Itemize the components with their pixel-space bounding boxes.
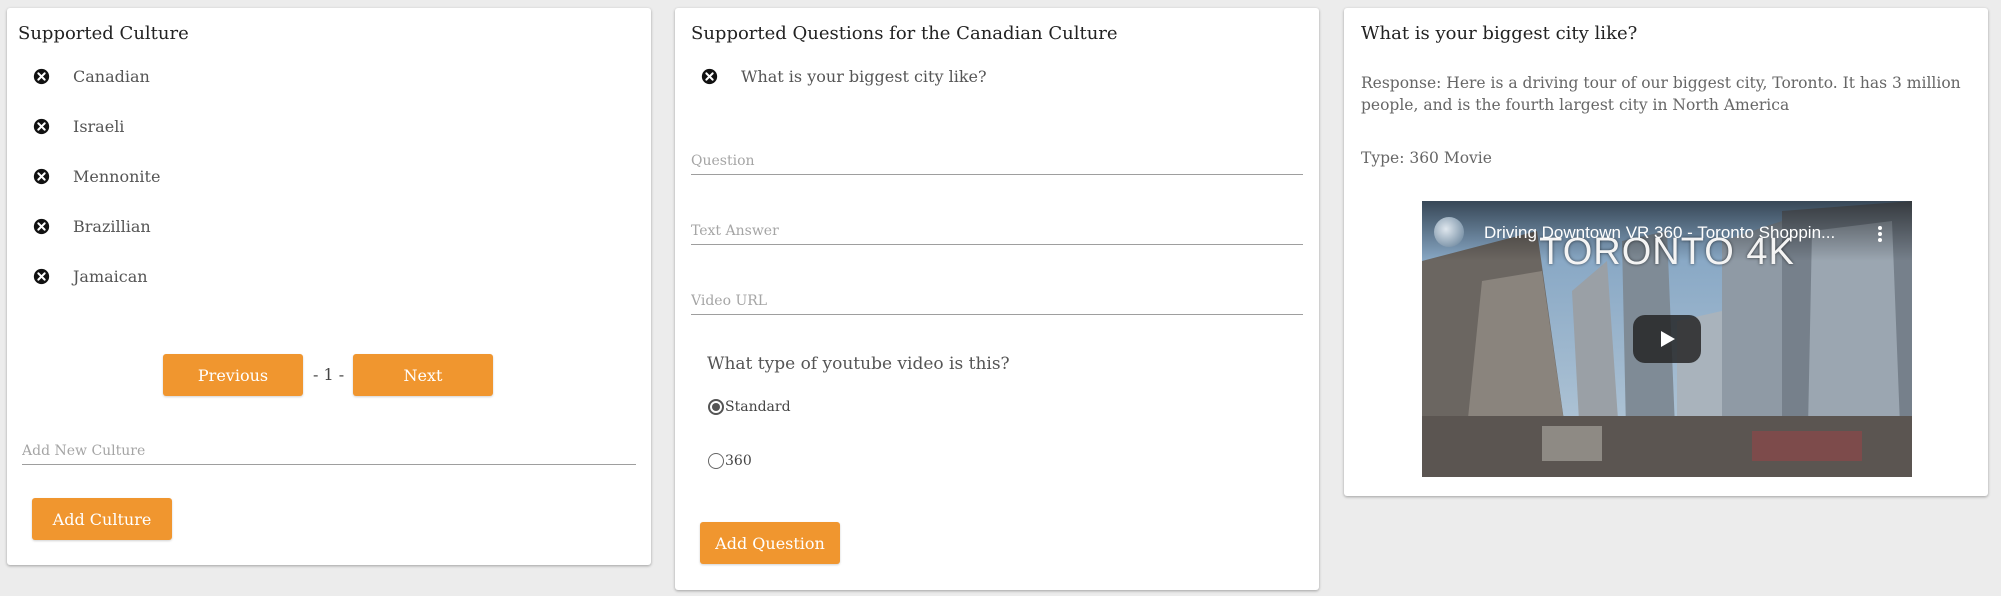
video-title[interactable]: Driving Downtown VR 360 - Toronto Shoppi… [1484, 223, 1835, 243]
add-question-button[interactable]: Add Question [700, 522, 840, 564]
list-item: Mennonite [33, 164, 160, 188]
questions-card: Supported Questions for the Canadian Cul… [675, 8, 1319, 590]
detail-title: What is your biggest city like? [1361, 23, 1638, 44]
video-url-input[interactable] [691, 287, 1303, 315]
new-culture-input[interactable] [22, 437, 636, 465]
list-item: Canadian [33, 64, 150, 88]
culture-label[interactable]: Jamaican [73, 267, 148, 286]
radio-360[interactable]: 360 [708, 453, 752, 469]
more-vert-icon[interactable] [1878, 226, 1882, 242]
culture-label[interactable]: Mennonite [73, 167, 160, 186]
radio-button-selected[interactable] [708, 399, 724, 415]
cultures-title: Supported Culture [18, 23, 189, 44]
response-text: Response: Here is a driving tour of our … [1361, 74, 1961, 114]
play-icon [1661, 331, 1675, 347]
culture-label[interactable]: Canadian [73, 67, 150, 86]
list-item: Brazillian [33, 214, 151, 238]
radio-standard[interactable]: Standard [708, 399, 791, 415]
close-circle-icon[interactable] [33, 268, 50, 285]
questions-title: Supported Questions for the Canadian Cul… [691, 23, 1118, 44]
previous-button[interactable]: Previous [163, 354, 303, 396]
list-item: Jamaican [33, 264, 148, 288]
video-type-prompt: What type of youtube video is this? [707, 354, 1010, 374]
text-answer-input[interactable] [691, 217, 1303, 245]
close-circle-icon[interactable] [701, 68, 718, 85]
type-text: Type: 360 Movie [1361, 149, 1492, 167]
radio-label[interactable]: 360 [725, 453, 752, 469]
play-button[interactable] [1633, 315, 1701, 363]
close-circle-icon[interactable] [33, 168, 50, 185]
page-indicator: - 1 - [313, 365, 345, 384]
add-culture-button[interactable]: Add Culture [32, 498, 172, 540]
list-item: What is your biggest city like? [701, 64, 987, 88]
question-label[interactable]: What is your biggest city like? [741, 67, 987, 86]
question-input[interactable] [691, 147, 1303, 175]
youtube-video-player[interactable]: TORONTO 4K Driving Downtown VR 360 - Tor… [1422, 201, 1912, 477]
next-button[interactable]: Next [353, 354, 493, 396]
culture-label[interactable]: Brazillian [73, 217, 151, 236]
close-circle-icon[interactable] [33, 218, 50, 235]
close-circle-icon[interactable] [33, 68, 50, 85]
question-detail-card: What is your biggest city like? Response… [1344, 8, 1988, 496]
radio-button[interactable] [708, 453, 724, 469]
cultures-card: Supported Culture Canadian Israeli Menno… [7, 8, 651, 565]
radio-label[interactable]: Standard [725, 399, 791, 415]
culture-label[interactable]: Israeli [73, 117, 124, 136]
radio-dot [712, 403, 720, 411]
close-circle-icon[interactable] [33, 118, 50, 135]
list-item: Israeli [33, 114, 124, 138]
